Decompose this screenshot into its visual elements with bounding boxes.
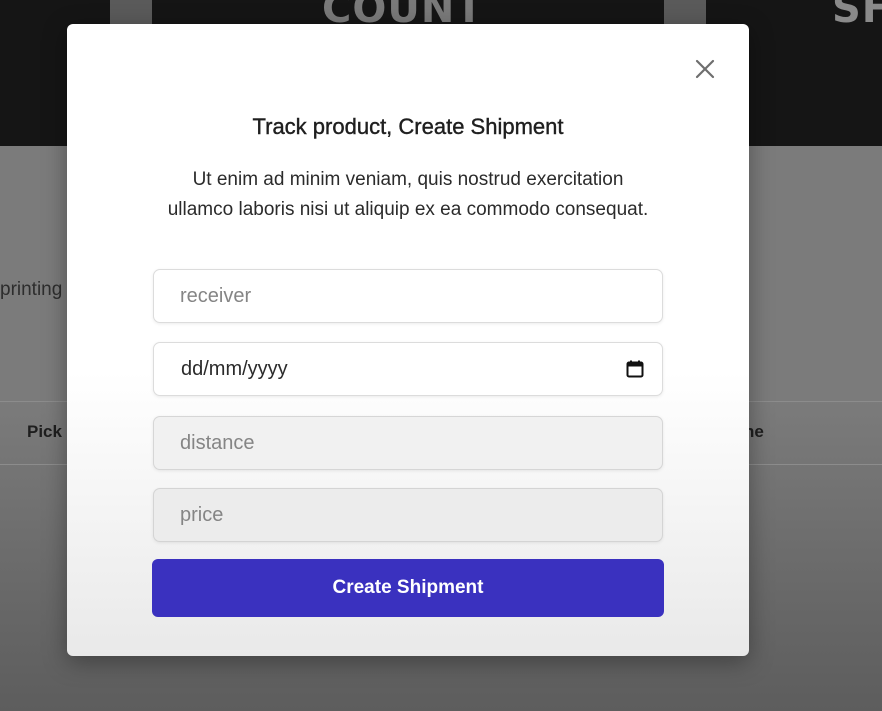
create-shipment-button[interactable]: Create Shipment [152, 559, 664, 617]
receiver-field[interactable] [153, 269, 663, 323]
date-input-value[interactable]: dd/mm/yyyy [181, 358, 288, 381]
distance-input[interactable] [154, 417, 662, 469]
receiver-input[interactable] [154, 270, 662, 322]
modal-description: Ut enim ad minim veniam, quis nostrud ex… [167, 169, 649, 220]
date-field[interactable]: dd/mm/yyyy [153, 342, 663, 396]
modal-title: Track product, Create Shipment [252, 114, 564, 139]
background-header-block [110, 0, 152, 26]
price-field[interactable] [153, 488, 663, 542]
screen: COUNT SH printing Pick ne Track product,… [0, 0, 882, 711]
close-button[interactable] [692, 56, 718, 82]
background-text: printing [0, 279, 63, 300]
background-header-block [664, 0, 706, 26]
background-header-word: SH [832, 0, 882, 32]
distance-field[interactable] [153, 416, 663, 470]
price-input[interactable] [154, 489, 662, 541]
close-icon[interactable] [692, 56, 718, 82]
calendar-icon[interactable] [625, 359, 645, 379]
background-table-header: Pick [27, 422, 62, 441]
